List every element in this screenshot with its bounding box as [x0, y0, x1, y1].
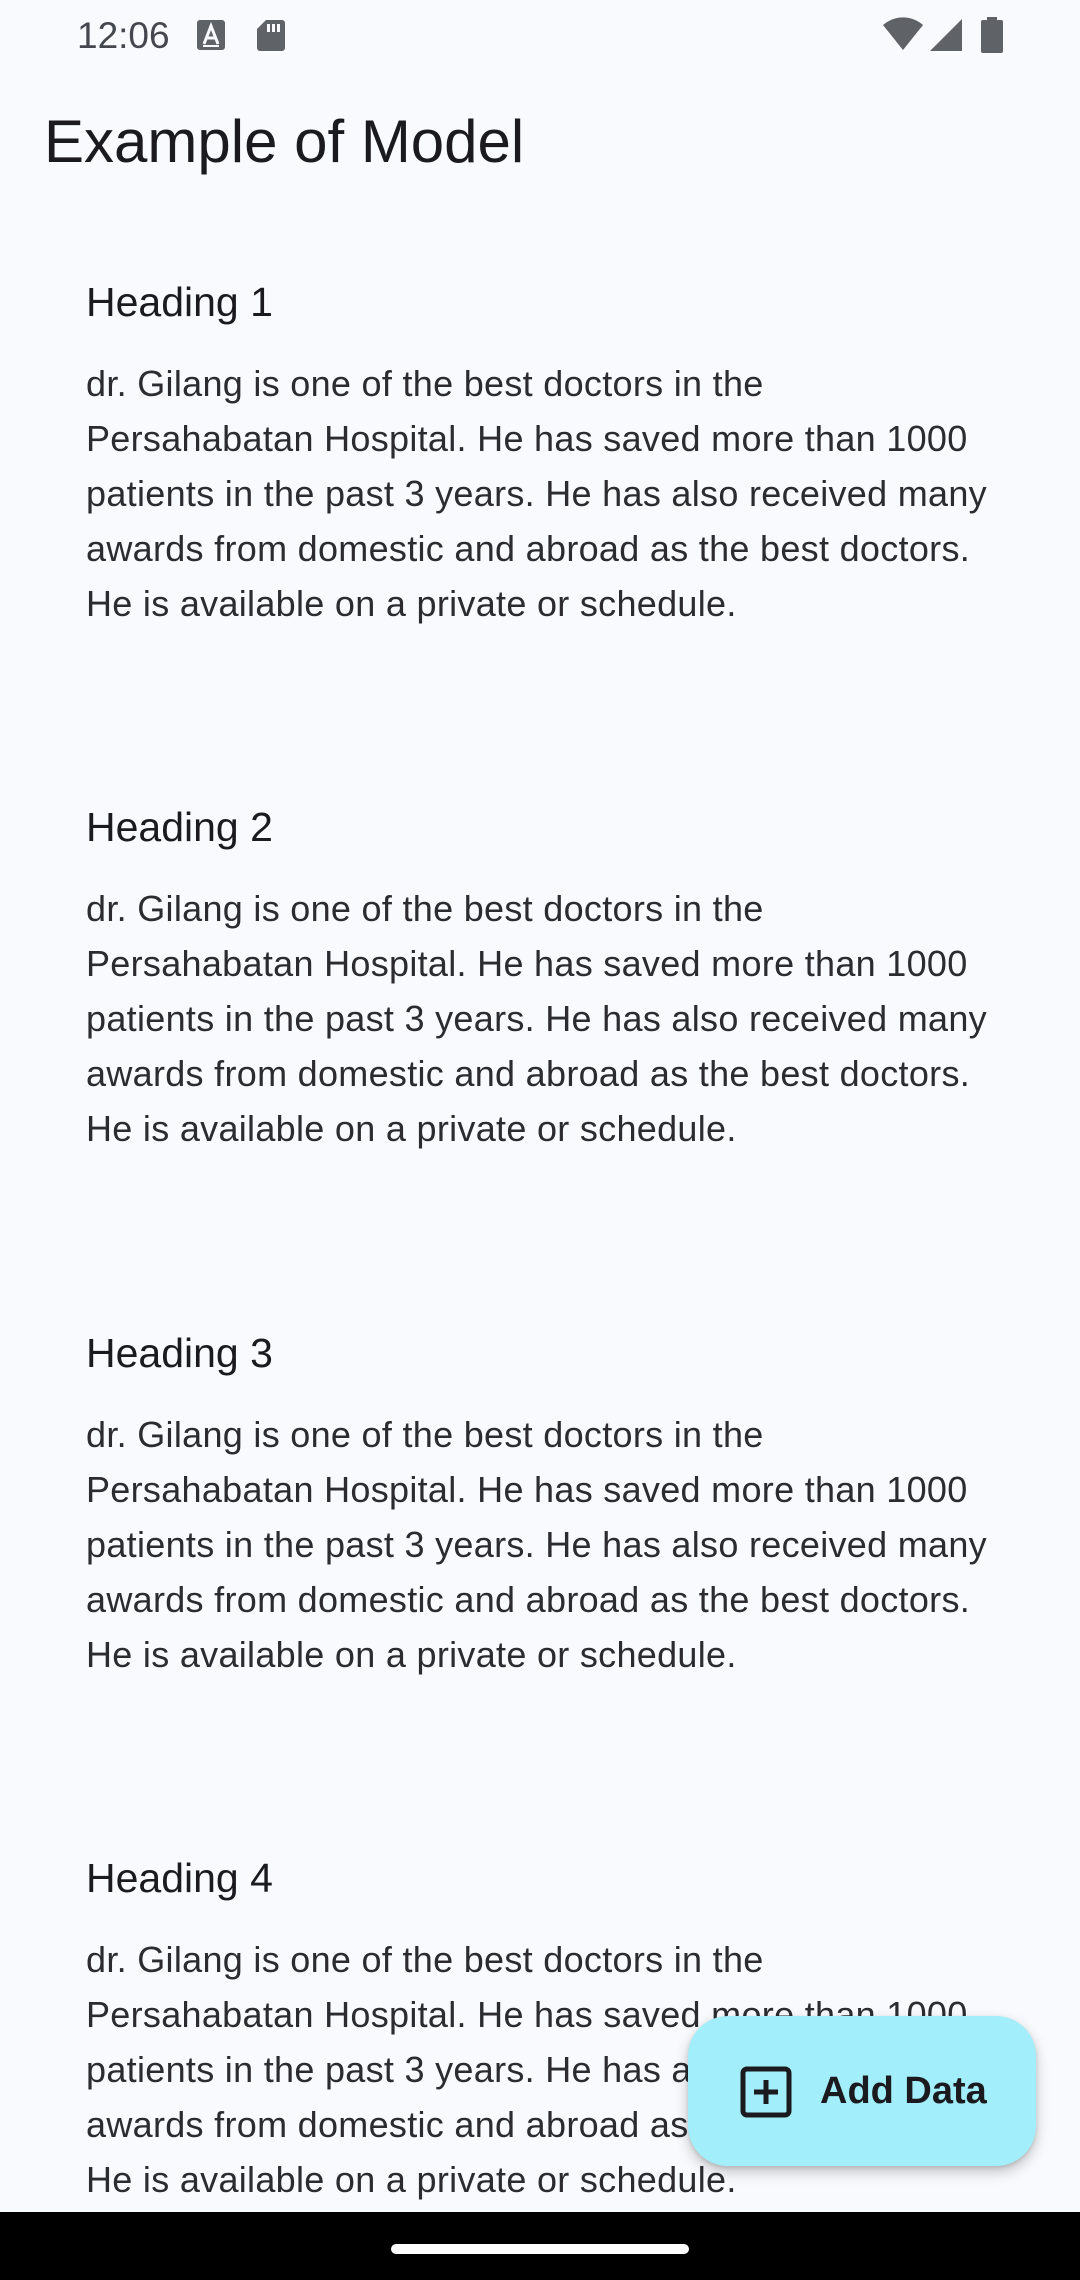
- item-heading: Heading 4: [86, 1855, 273, 1901]
- status-time: 12:06: [77, 15, 170, 56]
- navigation-bar: [0, 2212, 1080, 2280]
- sd-card-icon: [256, 18, 286, 52]
- list-item: Heading 2 dr. Gilang is one of the best …: [86, 799, 996, 1156]
- item-body: dr. Gilang is one of the best doctors in…: [86, 363, 987, 624]
- list-item: Heading 1 dr. Gilang is one of the best …: [86, 274, 996, 631]
- page-title: Example of Model: [44, 108, 525, 175]
- add-box-icon: [740, 2066, 792, 2118]
- status-bar: 12:06: [0, 0, 1080, 72]
- wifi-icon: [882, 17, 924, 56]
- battery-icon: [980, 17, 1004, 58]
- item-list[interactable]: Heading 1 dr. Gilang is one of the best …: [0, 212, 1080, 2212]
- add-data-button[interactable]: Add Data: [688, 2016, 1036, 2166]
- item-body: dr. Gilang is one of the best doctors in…: [86, 888, 987, 1149]
- add-data-label: Add Data: [820, 2070, 987, 2112]
- item-body: dr. Gilang is one of the best doctors in…: [86, 1414, 987, 1675]
- list-item: Heading 3 dr. Gilang is one of the best …: [86, 1325, 996, 1682]
- app-bar: Example of Model: [0, 72, 1080, 212]
- cellular-signal-icon: [928, 17, 964, 58]
- item-heading: Heading 1: [86, 279, 273, 325]
- item-heading: Heading 3: [86, 1330, 273, 1376]
- item-heading: Heading 2: [86, 804, 273, 850]
- home-handle[interactable]: [391, 2244, 689, 2254]
- font-download-icon: [196, 18, 226, 52]
